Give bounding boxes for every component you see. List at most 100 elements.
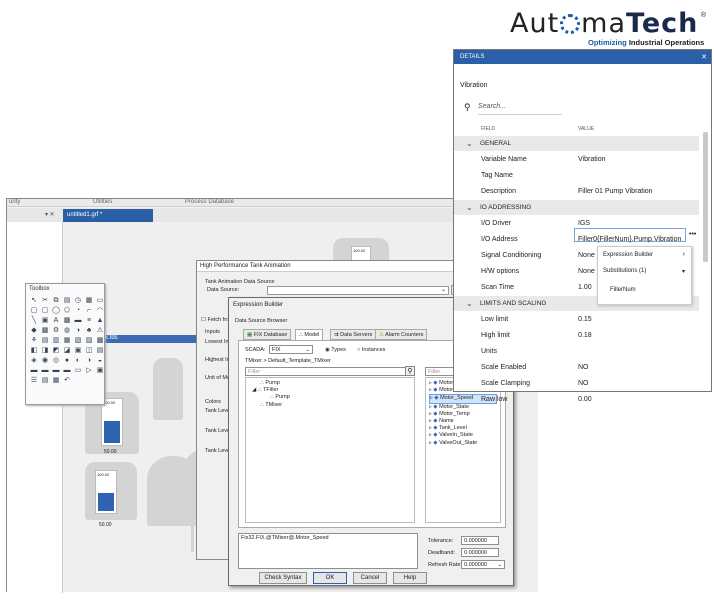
text-icon[interactable]: A xyxy=(51,316,61,325)
shape-icon[interactable]: ◨ xyxy=(40,346,50,355)
expression-input[interactable]: Fix32.FIX.@TMixer@.Motor_Speed xyxy=(238,533,418,569)
scada-select[interactable]: FIX ⌄ xyxy=(269,345,313,354)
field-value[interactable]: IGS xyxy=(578,220,590,227)
shape-icon[interactable]: ▣ xyxy=(73,346,83,355)
shape-icon[interactable]: ◒ xyxy=(95,356,105,365)
help-button[interactable]: Help xyxy=(393,572,427,584)
section-header[interactable]: ⌄ GENERAL xyxy=(454,136,699,151)
fetch-checkbox[interactable]: ☐ Fetch fro xyxy=(201,317,229,323)
rounded-rect-icon[interactable]: ▢ xyxy=(40,306,50,315)
pointer-icon[interactable]: ↖ xyxy=(29,296,39,305)
shape-icon[interactable]: ▬ xyxy=(29,366,39,375)
datalink-icon[interactable]: ▣ xyxy=(40,316,50,325)
pipe-icon[interactable]: ≡ xyxy=(84,316,94,325)
field-value[interactable]: None xyxy=(578,252,595,259)
pushbutton-icon[interactable]: ▬ xyxy=(73,316,83,325)
cancel-button[interactable]: Cancel xyxy=(353,572,387,584)
tolerance-input[interactable]: 0.000000 xyxy=(461,536,499,545)
instances-radio[interactable]: ○ Instances xyxy=(357,347,385,353)
list-icon[interactable]: ☰ xyxy=(29,376,39,385)
shape-icon[interactable]: ▤ xyxy=(95,346,105,355)
substitution-item[interactable]: FillerNum xyxy=(610,287,636,293)
shape-icon[interactable]: ◐ xyxy=(73,356,83,365)
polygon-icon[interactable]: ⬠ xyxy=(62,306,72,315)
rectangle-icon[interactable]: ▭ xyxy=(95,296,105,305)
undo-icon[interactable]: ↶ xyxy=(62,376,72,385)
types-tree[interactable]: ⛬ Pump ◢ ⛬ TFiller ⛬ Pump ⛬ TMixer xyxy=(245,377,415,523)
menu-item-utilities[interactable]: Utilities xyxy=(93,199,112,205)
column-header-field[interactable]: FIELD xyxy=(481,126,495,132)
bitmap-icon[interactable]: ▩ xyxy=(62,316,72,325)
field-value[interactable]: NO xyxy=(578,380,589,387)
tree-node[interactable]: ▹ ◆ Motor_Temp xyxy=(429,411,497,418)
tree-node[interactable]: ▹ ◆ Tank_Level xyxy=(429,425,497,432)
tree-node[interactable]: ⛬ Pump xyxy=(250,394,410,401)
line-icon[interactable]: ╲ xyxy=(29,316,39,325)
types-radio[interactable]: ◉ Types xyxy=(325,347,346,353)
tree-node[interactable]: ⛬ TMixer xyxy=(250,402,410,409)
ok-button[interactable]: OK xyxy=(313,572,347,584)
shape-icon[interactable]: ▦ xyxy=(51,376,61,385)
tab-untitled1[interactable]: untitled1.grf * xyxy=(63,209,153,222)
field-value[interactable]: 0.18 xyxy=(578,332,592,339)
panel-controls[interactable]: ▾ ✕ xyxy=(45,211,55,218)
shape-icon[interactable]: ◎ xyxy=(51,356,61,365)
close-icon[interactable]: ✕ xyxy=(701,53,707,61)
chevron-down-icon[interactable]: ⌄ xyxy=(466,299,473,308)
scrollbar[interactable] xyxy=(703,132,708,262)
shape-icon[interactable]: ▨ xyxy=(84,336,94,345)
arc-icon[interactable]: ◠ xyxy=(95,306,105,315)
shape-icon[interactable]: ▤ xyxy=(40,336,50,345)
tree-node[interactable]: ⛬ Pump xyxy=(250,380,410,387)
shape-icon[interactable]: ◉ xyxy=(40,356,50,365)
property-row[interactable]: Description Filler 01 Pump Vibration xyxy=(454,184,699,199)
shape-icon[interactable]: ● xyxy=(62,356,72,365)
property-row[interactable]: Variable Name Vibration xyxy=(454,152,699,167)
data-source-field[interactable] xyxy=(267,286,449,295)
rect-icon[interactable]: ▢ xyxy=(29,306,39,315)
field-value[interactable]: None xyxy=(578,268,595,275)
shape-icon[interactable]: ⚘ xyxy=(29,336,39,345)
shape-icon[interactable]: ⚠ xyxy=(95,326,105,335)
shape-icon[interactable]: ▩ xyxy=(40,326,50,335)
tree-node[interactable]: ▹ ◆ Name xyxy=(429,418,497,425)
tree-node[interactable]: ▹ ◆ ValveIn_State xyxy=(429,432,497,439)
play-icon[interactable]: ▷ xyxy=(84,366,94,375)
tab-fix-database[interactable]: ▦ FIX Database xyxy=(243,329,292,340)
deadband-input[interactable]: 0.000000 xyxy=(461,548,499,557)
grid-icon[interactable]: ▦ xyxy=(84,296,94,305)
property-row[interactable]: Tag Name xyxy=(454,168,699,183)
left-filter-input[interactable]: Filter xyxy=(245,367,407,376)
check-syntax-button[interactable]: Check Syntax xyxy=(259,572,307,584)
polyline-icon[interactable]: ⌐ xyxy=(84,306,94,315)
chevron-down-icon[interactable]: ⌄ xyxy=(466,203,473,212)
shape-icon[interactable]: ▧ xyxy=(73,336,83,345)
column-header-value[interactable]: VALUE xyxy=(578,126,594,132)
property-row[interactable]: Low limit 0.15 xyxy=(454,312,699,327)
paste-icon[interactable]: ▤ xyxy=(62,296,72,305)
tab-alarm-counters[interactable]: ⚠ Alarm Counters xyxy=(375,329,428,340)
search-icon[interactable]: ⚲ xyxy=(405,366,415,376)
shape-icon[interactable]: ◧ xyxy=(29,346,39,355)
field-value[interactable]: 0.00 xyxy=(578,396,592,403)
ellipse-icon[interactable]: ◯ xyxy=(51,306,61,315)
shape-icon[interactable]: ♣ xyxy=(84,326,94,335)
field-value[interactable]: Filler 01 Pump Vibration xyxy=(578,188,653,195)
shape-icon[interactable]: ▤ xyxy=(40,376,50,385)
field-value[interactable]: NO xyxy=(578,364,589,371)
chevron-down-icon[interactable]: ⌄ xyxy=(441,286,446,293)
section-header[interactable]: ⌄ IO ADDRESSING xyxy=(454,200,699,215)
tab-model[interactable]: ⛬ Model xyxy=(295,329,324,340)
menu-item-substitutions[interactable]: Substitutions (1) xyxy=(603,268,646,274)
chevron-down-icon[interactable]: ⌄ xyxy=(466,139,473,148)
shape-icon[interactable]: ◍ xyxy=(62,326,72,335)
field-value[interactable]: 0.15 xyxy=(578,316,592,323)
field-value[interactable]: Vibration xyxy=(578,156,606,163)
chart-icon[interactable]: ▲ xyxy=(95,316,105,325)
shape-icon[interactable]: ▬ xyxy=(62,366,72,375)
menu-item-security[interactable]: urity xyxy=(9,199,20,205)
shape-icon[interactable]: ◆ xyxy=(29,326,39,335)
copy-icon[interactable]: ⧉ xyxy=(51,296,61,305)
property-row[interactable]: Scale Enabled NO xyxy=(454,360,699,375)
shape-icon[interactable]: ▦ xyxy=(62,336,72,345)
